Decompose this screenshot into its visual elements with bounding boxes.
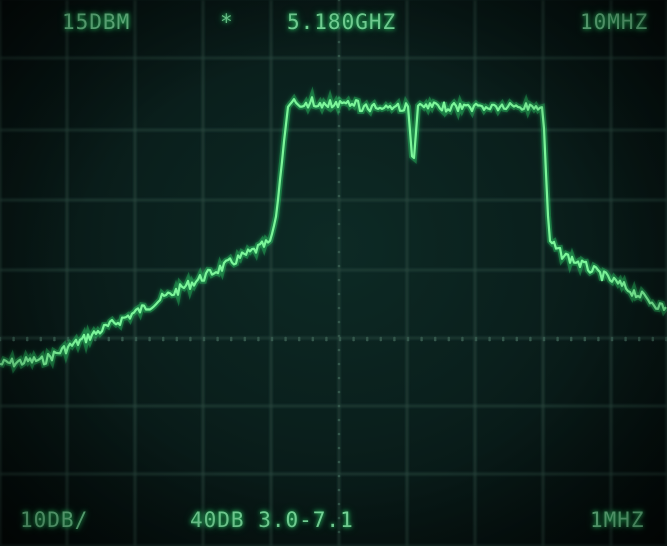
span-readout: 10MHZ <box>580 10 649 34</box>
bandwidth-readout: 1MHZ <box>590 508 645 532</box>
graticule-minor-tick <box>297 338 301 342</box>
graticule-minor-tick <box>121 338 124 342</box>
graticule-minor-tick <box>337 138 341 142</box>
graticule-minor-tick <box>337 488 341 492</box>
graticule-minor-tick <box>337 292 341 296</box>
graticule-and-trace <box>0 0 667 546</box>
graticule-minor-tick <box>393 338 396 342</box>
graticule-minor-tick <box>337 222 341 226</box>
graticule-minor-tick <box>379 338 383 342</box>
graticule-minor-tick <box>337 124 341 128</box>
spectrum-trace-halo <box>0 86 667 374</box>
graticule-minor-tick <box>337 68 341 72</box>
graticule-minor-tick <box>337 40 341 44</box>
graticule-minor-tick <box>337 306 341 310</box>
graticule-minor-tick <box>337 320 341 324</box>
graticule-minor-tick <box>284 338 287 342</box>
spectrum-trace <box>0 96 667 368</box>
graticule-minor-tick <box>337 0 341 2</box>
graticule-minor-tick <box>257 338 260 342</box>
marker-symbol: * <box>220 10 234 34</box>
graticule-minor-tick <box>161 338 165 342</box>
graticule-minor-tick <box>337 278 341 282</box>
graticule-minor-tick <box>311 338 315 342</box>
graticule-minor-tick <box>461 338 464 342</box>
graticule-minor-tick <box>433 338 437 342</box>
reference-level-readout: 15DBM <box>62 10 131 34</box>
graticule-minor-tick <box>337 236 341 240</box>
graticule-minor-tick <box>25 338 29 342</box>
graticule-minor-tick <box>597 338 600 342</box>
graticule-minor-tick <box>569 338 573 342</box>
graticule-minor-tick <box>337 376 341 380</box>
graticule-minor-tick <box>0 338 2 342</box>
graticule-grid <box>0 0 667 546</box>
graticule-minor-tick <box>501 338 505 342</box>
graticule-minor-tick <box>337 194 341 198</box>
graticule-minor-tick <box>175 338 179 342</box>
graticule-minor-tick <box>352 338 355 342</box>
graticule-minor-tick <box>270 338 274 342</box>
graticule-minor-tick <box>337 208 341 212</box>
graticule-minor-tick <box>229 338 233 342</box>
graticule-minor-tick <box>474 338 478 342</box>
graticule-minor-tick <box>651 338 655 342</box>
graticule-minor-tick <box>556 338 559 342</box>
graticule-minor-tick <box>624 338 627 342</box>
graticule-minor-tick <box>107 338 111 342</box>
graticule-minor-tick <box>337 54 341 58</box>
graticule-minor-tick <box>93 338 97 342</box>
graticule-minor-tick <box>337 264 341 268</box>
graticule-minor-tick <box>637 338 641 342</box>
graticule-minor-tick <box>529 338 532 342</box>
graticule-minor-tick <box>337 334 341 338</box>
graticule-minor-tick <box>420 338 423 342</box>
graticule-minor-tick <box>337 474 341 478</box>
graticule-tick-marks <box>0 0 667 534</box>
graticule-minor-tick <box>337 180 341 184</box>
spectrum-analyzer-screen: 15DBM * 5.180GHZ 10MHZ 10DB/ 40DB 3.0-7.… <box>0 0 667 546</box>
graticule-minor-tick <box>610 338 614 342</box>
graticule-minor-tick <box>189 338 192 342</box>
graticule-minor-tick <box>337 502 341 506</box>
graticule-minor-tick <box>447 338 451 342</box>
center-frequency-readout: 5.180GHZ <box>287 10 397 34</box>
graticule-minor-tick <box>337 362 341 366</box>
graticule-minor-tick <box>337 250 341 254</box>
graticule-minor-tick <box>337 390 341 394</box>
graticule-minor-tick <box>337 432 341 436</box>
graticule-minor-tick <box>488 338 491 342</box>
graticule-minor-tick <box>515 338 519 342</box>
graticule-minor-tick <box>406 338 410 342</box>
graticule-minor-tick <box>338 338 342 342</box>
graticule-minor-tick <box>337 460 341 464</box>
graticule-minor-tick <box>583 338 587 342</box>
graticule-minor-tick <box>542 338 546 342</box>
graticule-minor-tick <box>325 338 328 342</box>
graticule-minor-tick <box>39 338 43 342</box>
graticule-minor-tick <box>337 166 341 170</box>
graticule-minor-tick <box>337 404 341 408</box>
graticule-minor-tick <box>134 338 138 342</box>
attenuation-readout: 40DB 3.0-7.1 <box>190 508 354 532</box>
graticule-minor-tick <box>337 348 341 352</box>
graticule-minor-tick <box>337 418 341 422</box>
graticule-minor-tick <box>337 446 341 450</box>
graticule-minor-tick <box>202 338 206 342</box>
graticule-minor-tick <box>216 338 219 342</box>
graticule-minor-tick <box>12 338 15 342</box>
scale-readout: 10DB/ <box>20 508 89 532</box>
graticule-minor-tick <box>337 152 341 156</box>
graticule-minor-tick <box>148 338 151 342</box>
graticule-minor-tick <box>243 338 247 342</box>
graticule-minor-tick <box>53 338 56 342</box>
graticule-minor-tick <box>365 338 369 342</box>
graticule-minor-tick <box>337 82 341 86</box>
